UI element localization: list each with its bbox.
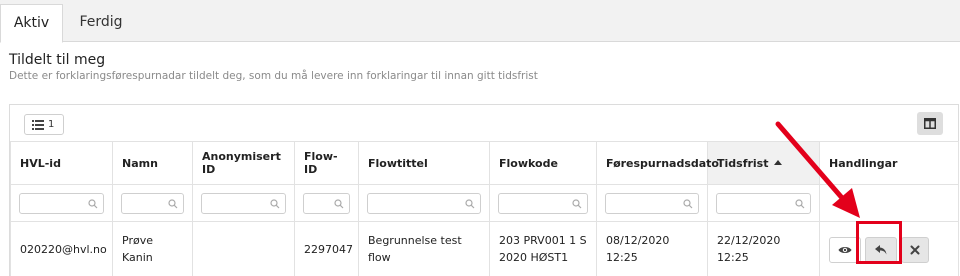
search-icon [270, 198, 280, 208]
header-flowtittel[interactable]: Flowtittel [358, 141, 490, 185]
cell-tidsfrist: 22/12/2020 12:25 [707, 221, 820, 276]
tab-bar: Aktiv Ferdig [0, 0, 960, 43]
filter-tidsfrist[interactable] [716, 192, 811, 214]
header-tidsfrist[interactable]: Tidsfrist [707, 141, 820, 185]
cell-forespurnadsdato: 08/12/2020 12:25 [596, 221, 708, 276]
flowkode-line-1: 203 PRV001 1 S [499, 234, 587, 247]
filter-cell-empty [819, 184, 959, 222]
section-title: Tildelt til meg [9, 52, 106, 68]
cell-hvl-id: 020220@hvl.no [10, 221, 113, 276]
requests-table: HVL-id Namn Anonymisert ID Flow-ID Flowt… [10, 141, 959, 276]
header-hvl-id[interactable]: HVL-id [10, 141, 113, 185]
cell-flow-id: 2297047 [294, 221, 359, 276]
filter-flow-id[interactable] [303, 192, 350, 214]
table-toolbar: 1 [10, 105, 958, 141]
filter-hvl-id[interactable] [19, 192, 104, 214]
tab-ferdig[interactable]: Ferdig [66, 4, 136, 43]
close-button[interactable] [901, 237, 929, 263]
highlight-box [856, 221, 902, 264]
filter-flowtittel[interactable] [367, 192, 481, 214]
filter-cell [294, 184, 359, 222]
search-icon [572, 198, 582, 208]
search-icon [168, 198, 178, 208]
filter-cell [489, 184, 597, 222]
header-anonymisert-id[interactable]: Anonymisert ID [192, 141, 295, 185]
filter-cell [192, 184, 295, 222]
eye-icon [838, 247, 852, 253]
header-tidsfrist-label: Tidsfrist [717, 156, 769, 170]
cell-anonymisert-id [192, 221, 295, 276]
table-panel: 1 HVL-id Namn Anonymisert ID Flow-ID Flo… [9, 104, 959, 276]
header-forespurnadsdato[interactable]: Førespurnadsdato [596, 141, 719, 185]
filter-flowkode[interactable] [498, 192, 588, 214]
search-icon [334, 198, 344, 208]
cell-namn: Prøve Kanin [112, 221, 193, 276]
list-icon [32, 120, 44, 130]
filter-anonymisert-id[interactable] [201, 192, 286, 214]
section-description: Dette er forklaringsførespurnadar tildel… [9, 70, 538, 82]
filter-cell [358, 184, 490, 222]
search-icon [683, 198, 693, 208]
close-icon [910, 245, 920, 255]
filter-count: 1 [48, 119, 55, 130]
filter-cell [707, 184, 820, 222]
search-icon [88, 198, 98, 208]
cell-flowkode: 203 PRV001 1 S 2020 HØST1 [489, 221, 597, 276]
tab-aktiv[interactable]: Aktiv [0, 4, 63, 43]
header-namn[interactable]: Namn [112, 141, 193, 185]
header-handlingar: Handlingar [819, 141, 959, 185]
active-filters-button[interactable]: 1 [24, 114, 64, 135]
filter-cell [10, 184, 113, 222]
table-row: 020220@hvl.no Prøve Kanin 2297047 Begrun… [10, 221, 959, 276]
filter-cell [596, 184, 708, 222]
filter-input[interactable] [368, 193, 480, 213]
header-flow-id[interactable]: Flow-ID [294, 141, 359, 185]
flowkode-line-2: 2020 HØST1 [499, 251, 569, 264]
search-icon [465, 198, 475, 208]
column-toggle-button[interactable] [917, 112, 943, 135]
cell-flowtittel: Begrunnelse test flow [358, 221, 490, 276]
filter-cell [112, 184, 193, 222]
filter-forespurnadsdato[interactable] [605, 192, 699, 214]
columns-icon [924, 118, 936, 129]
header-flowkode[interactable]: Flowkode [489, 141, 597, 185]
filter-namn[interactable] [121, 192, 184, 214]
search-icon [795, 198, 805, 208]
sort-asc-icon [774, 159, 783, 165]
